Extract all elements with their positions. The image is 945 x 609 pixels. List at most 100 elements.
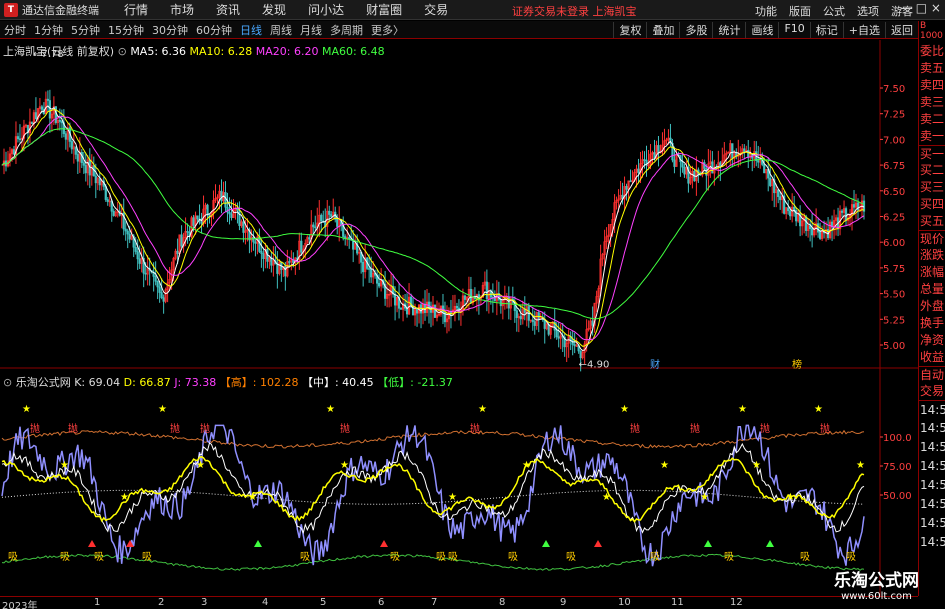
chart-area[interactable]: 7.50 7.25 7.00 6.75 6.50 6.25 6.00 5.75 5.50 5.25… bbox=[0, 40, 918, 596]
indicator-settings-icon[interactable]: ⊙ bbox=[3, 376, 16, 389]
tab-30min[interactable]: 30分钟 bbox=[148, 22, 192, 38]
price-tick-label: 5.25 bbox=[883, 315, 905, 326]
candle-body bbox=[485, 281, 488, 300]
sidebar-item-net-asset[interactable]: 净资 bbox=[919, 332, 945, 349]
candle-body bbox=[673, 159, 676, 167]
window-controls[interactable]: — □ × bbox=[900, 1, 941, 15]
f10-button[interactable]: F10 bbox=[778, 22, 809, 38]
indicator-name: 乐淘公式网 bbox=[15, 376, 71, 389]
signal-star-icon: ★ bbox=[196, 460, 205, 471]
menu-caifuquan[interactable]: 财富圈 bbox=[355, 1, 413, 18]
sidebar-item-buy5[interactable]: 买五 bbox=[919, 213, 945, 230]
low-band-line bbox=[1, 553, 865, 571]
menu-banmian[interactable]: 版面 bbox=[783, 3, 817, 19]
tab-weekly[interactable]: 周线 bbox=[266, 22, 296, 38]
login-status-message[interactable]: 证券交易未登录 上海凯宝 bbox=[512, 3, 637, 19]
k-value: K: 69.04 bbox=[74, 376, 121, 389]
period-toolbar: 分时 1分钟 5分钟 15分钟 30分钟 60分钟 日线 周线 月线 多周期 更… bbox=[0, 21, 918, 39]
indicator-tick-label: 50.00 bbox=[883, 491, 912, 502]
menu-shichang[interactable]: 市场 bbox=[159, 1, 205, 18]
tab-1min[interactable]: 1分钟 bbox=[30, 22, 67, 38]
back-button[interactable]: 返回 bbox=[885, 22, 918, 38]
sidebar-item-sell1[interactable]: 卖一 bbox=[919, 128, 945, 145]
tab-trade[interactable]: 交易 bbox=[919, 383, 945, 400]
chart-title: 上海凯宝(日线 前复权) bbox=[3, 45, 115, 58]
buy-signal-label: 吸 bbox=[846, 552, 856, 563]
tab-60min[interactable]: 60分钟 bbox=[192, 22, 236, 38]
tab-5min[interactable]: 5分钟 bbox=[67, 22, 104, 38]
tab-more[interactable]: 更多〉 bbox=[367, 22, 408, 38]
tab-15min[interactable]: 15分钟 bbox=[104, 22, 148, 38]
sell-signal-label: 抛 bbox=[30, 422, 40, 435]
signal-star-icon: ★ bbox=[700, 492, 709, 503]
buy-signal-label: 吸 bbox=[448, 552, 458, 563]
settings-icon[interactable]: ⊙ bbox=[118, 45, 131, 58]
sidebar-item-weibi[interactable]: 委比 bbox=[919, 43, 945, 60]
sidebar-item-sell5[interactable]: 卖五 bbox=[919, 60, 945, 77]
price-tick-label: 5.75 bbox=[883, 264, 905, 275]
add-favorite-button[interactable]: +自选 bbox=[842, 22, 885, 38]
buy-signal-label: 吸 bbox=[724, 552, 734, 563]
zhong-value: 【中】: 40.45 bbox=[301, 376, 374, 389]
tab-daily[interactable]: 日线 bbox=[236, 22, 266, 38]
draw-line-button[interactable]: 画线 bbox=[745, 22, 778, 38]
candle-body bbox=[348, 237, 351, 240]
sidebar-item-sell4[interactable]: 卖四 bbox=[919, 77, 945, 94]
candle-body bbox=[252, 236, 255, 243]
signal-star-icon: ★ bbox=[448, 492, 457, 503]
sidebar-item-turnover[interactable]: 换手 bbox=[919, 315, 945, 332]
tab-multi-period[interactable]: 多周期 bbox=[326, 22, 367, 38]
sidebar-item-sell2[interactable]: 卖二 bbox=[919, 111, 945, 128]
menu-xuanxiang[interactable]: 选项 bbox=[851, 3, 885, 19]
candle-body bbox=[124, 228, 127, 232]
menu-wenxiaoda[interactable]: 问小达 bbox=[297, 1, 355, 18]
menu-jiaoyi[interactable]: 交易 bbox=[413, 1, 459, 18]
signal-star-icon: ★ bbox=[22, 404, 31, 415]
chart-tools: 复权 叠加 多股 统计 画线 F10 标记 +自选 返回 bbox=[613, 22, 918, 38]
statistics-button[interactable]: 统计 bbox=[712, 22, 745, 38]
menu-gongneng[interactable]: 功能 bbox=[749, 3, 783, 19]
candle-body bbox=[144, 272, 147, 275]
candle-body bbox=[817, 223, 820, 233]
fuquan-button[interactable]: 复权 bbox=[613, 22, 646, 38]
candle-body bbox=[238, 209, 241, 226]
candle-body bbox=[499, 299, 502, 307]
buy-signal-label: 吸 bbox=[508, 552, 518, 563]
date-label: 3 bbox=[201, 597, 208, 608]
sidebar-item-buy2[interactable]: 买二 bbox=[919, 162, 945, 179]
sidebar-item-change-pct[interactable]: 涨幅 bbox=[919, 264, 945, 281]
sidebar-item-earnings[interactable]: 收益 bbox=[919, 349, 945, 366]
menu-faxian[interactable]: 发现 bbox=[251, 1, 297, 18]
candle-body bbox=[98, 178, 101, 186]
multi-stock-button[interactable]: 多股 bbox=[679, 22, 712, 38]
candle-body bbox=[779, 196, 782, 201]
candle-body bbox=[591, 320, 594, 326]
candle-body bbox=[312, 224, 315, 228]
tab-fenshi[interactable]: 分时 bbox=[0, 22, 30, 38]
sidebar-item-buy4[interactable]: 买四 bbox=[919, 196, 945, 213]
menu-hangqing[interactable]: 行情 bbox=[113, 1, 159, 18]
tab-auto[interactable]: 自动 bbox=[919, 366, 945, 383]
menu-zixun[interactable]: 资讯 bbox=[205, 1, 251, 18]
overlay-button[interactable]: 叠加 bbox=[646, 22, 679, 38]
sell-signal-label: 抛 bbox=[820, 422, 830, 435]
tab-monthly[interactable]: 月线 bbox=[296, 22, 326, 38]
watermark-title: 乐淘公式网 bbox=[834, 571, 919, 591]
sidebar-item-change[interactable]: 涨跌 bbox=[919, 247, 945, 264]
chart-canvas[interactable]: 7.50 7.25 7.00 6.75 6.50 6.25 6.00 5.75 5.50 5.25… bbox=[0, 40, 918, 596]
sidebar-item-volume[interactable]: 总量 bbox=[919, 281, 945, 298]
mark-button[interactable]: 标记 bbox=[809, 22, 843, 38]
candle-body bbox=[94, 175, 97, 184]
sidebar-item-outer[interactable]: 外盘 bbox=[919, 298, 945, 315]
tick-time: 14:56 bbox=[920, 459, 945, 473]
sidebar-item-buy3[interactable]: 买三 bbox=[919, 179, 945, 196]
date-label: 2 bbox=[158, 597, 165, 608]
sidebar-item-buy1[interactable]: 买一 bbox=[919, 145, 945, 162]
sell-signal-label: 抛 bbox=[200, 422, 210, 435]
sidebar-item-sell3[interactable]: 卖三 bbox=[919, 94, 945, 111]
candle-body bbox=[180, 234, 183, 247]
candle-body bbox=[370, 269, 373, 278]
candle-body bbox=[629, 180, 632, 183]
sidebar-item-price[interactable]: 现价 bbox=[919, 230, 945, 247]
menu-gongshi[interactable]: 公式 bbox=[817, 3, 851, 19]
